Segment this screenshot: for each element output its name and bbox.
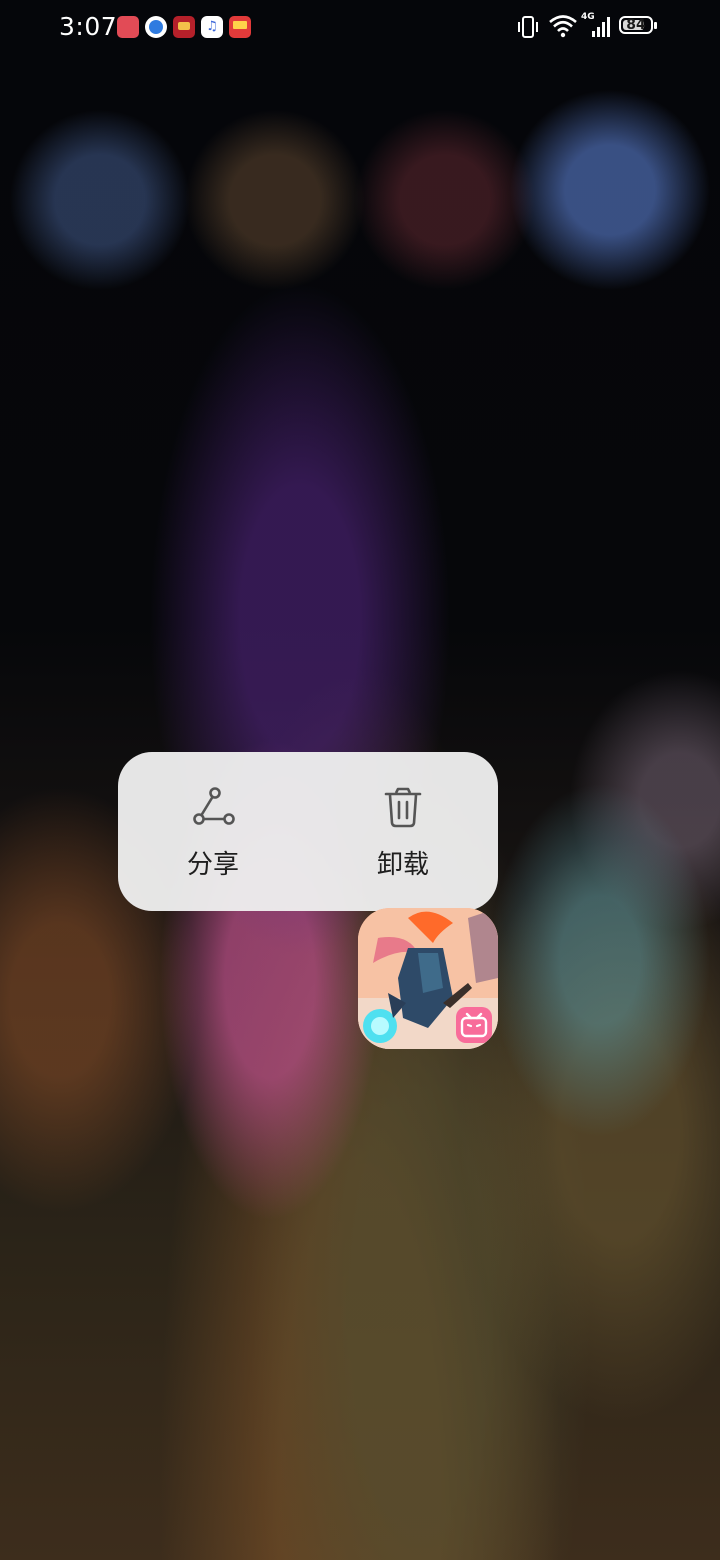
- status-bar: 3:07 4G 84: [0, 0, 720, 56]
- notes-icon: [229, 16, 251, 38]
- battery-level: 84: [626, 17, 646, 33]
- vibrate-icon: [518, 16, 538, 38]
- trash-icon: [384, 787, 422, 828]
- share-label: 分享: [186, 850, 239, 880]
- status-time: 3:07: [59, 12, 118, 41]
- share-icon: [193, 787, 235, 825]
- browser-icon: [145, 16, 167, 38]
- bilibili-badge-icon: [456, 1007, 492, 1043]
- app-context-menu: 分享 卸载: [118, 752, 498, 911]
- signal-icon: [592, 17, 610, 37]
- game-icon: [173, 16, 195, 38]
- share-button[interactable]: 分享: [118, 752, 308, 911]
- uninstall-label: 卸载: [376, 850, 429, 880]
- wifi-icon: [549, 15, 577, 38]
- music-icon: [201, 16, 223, 38]
- huawei-icon: [117, 16, 139, 38]
- battery-icon: 84: [619, 16, 657, 34]
- uninstall-button[interactable]: 卸载: [308, 752, 498, 911]
- game-app-icon[interactable]: [358, 908, 498, 1049]
